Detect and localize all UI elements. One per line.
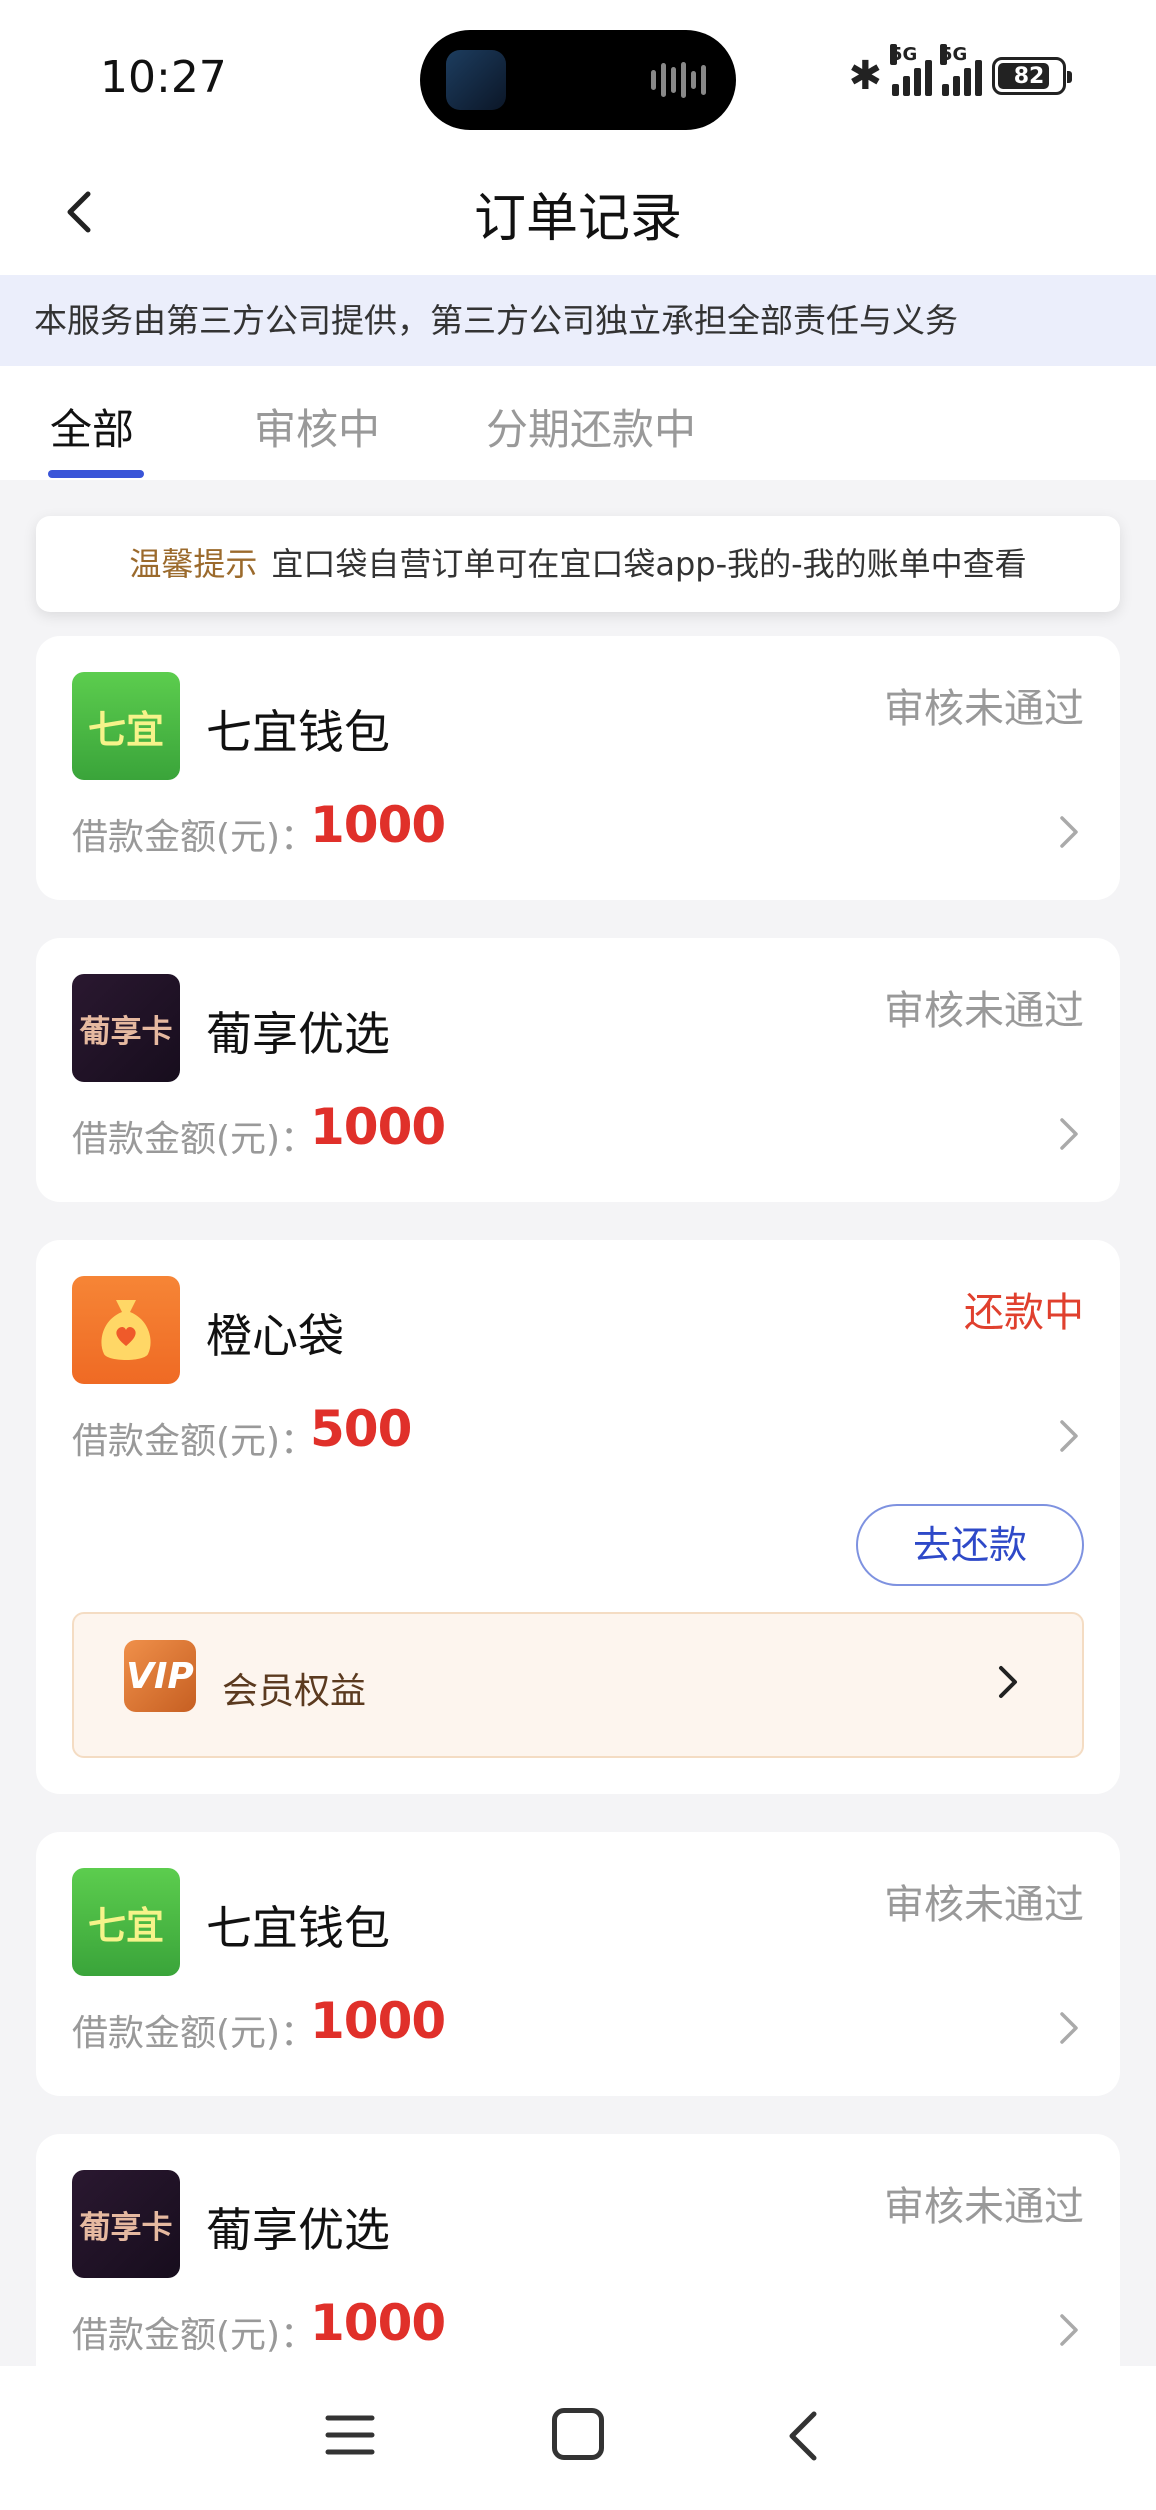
chevron-right-icon bbox=[1060, 816, 1078, 848]
order-product-name: 七宜钱包 bbox=[206, 705, 390, 759]
puxiang-logo-icon: 葡享卡 bbox=[72, 2170, 180, 2278]
order-product-name: 葡享优选 bbox=[206, 1007, 390, 1061]
order-status: 审核未通过 bbox=[884, 2184, 1084, 2230]
status-time: 10:27 bbox=[100, 52, 227, 103]
tab-installment-repaying[interactable]: 分期还款中 bbox=[486, 396, 696, 457]
order-status: 审核未通过 bbox=[884, 988, 1084, 1034]
battery-icon: 82 bbox=[992, 57, 1072, 95]
amount-label: 借款金额(元)： bbox=[72, 1119, 317, 1160]
money-bag-heart-icon bbox=[72, 1276, 180, 1384]
menu-icon[interactable] bbox=[324, 2412, 376, 2458]
status-bar: 10:27 ✱ 5G 5G 82 bbox=[0, 0, 1156, 150]
order-card[interactable]: 葡享卡 葡享优选 审核未通过 借款金额(元)： 1000 bbox=[36, 938, 1120, 1202]
order-status: 还款中 bbox=[964, 1290, 1084, 1336]
dynamic-island[interactable] bbox=[420, 30, 736, 130]
signal-icon-2: 5G bbox=[940, 44, 982, 96]
order-status: 审核未通过 bbox=[884, 1882, 1084, 1928]
vip-icon: VIP bbox=[124, 1640, 196, 1712]
amount-value: 1000 bbox=[310, 2294, 446, 2352]
repay-button[interactable]: 去还款 bbox=[856, 1504, 1084, 1586]
media-thumbnail bbox=[446, 50, 506, 110]
amount-label: 借款金额(元)： bbox=[72, 2315, 317, 2356]
tab-active-indicator bbox=[48, 470, 144, 478]
order-card[interactable]: 七宜 七宜钱包 审核未通过 借款金额(元)： 1000 bbox=[36, 636, 1120, 900]
network-label-1: 5G bbox=[890, 44, 918, 65]
qiyi-logo-icon: 七宜 bbox=[72, 672, 180, 780]
system-icons: ✱ 5G 5G 82 bbox=[848, 44, 1072, 99]
chevron-right-icon bbox=[1060, 2314, 1078, 2346]
amount-label: 借款金额(元)： bbox=[72, 1421, 317, 1462]
order-card[interactable]: 橙心袋 还款中 借款金额(元)： 500 去还款 VIP 会员权益 bbox=[36, 1240, 1120, 1794]
home-square-icon[interactable] bbox=[552, 2408, 604, 2460]
order-product-name: 七宜钱包 bbox=[206, 1901, 390, 1955]
tip-banner: 温馨提示 宜口袋自营订单可在宜口袋app-我的-我的账单中查看 bbox=[36, 516, 1120, 612]
tab-all[interactable]: 全部 bbox=[50, 396, 134, 457]
amount-value: 500 bbox=[310, 1400, 412, 1458]
order-product-name: 橙心袋 bbox=[206, 1309, 344, 1363]
amount-label: 借款金额(元)： bbox=[72, 817, 317, 858]
signal-icon-1: 5G bbox=[890, 44, 932, 96]
amount-value: 1000 bbox=[310, 1992, 446, 2050]
tip-label: 温馨提示 bbox=[129, 545, 258, 583]
bluetooth-icon: ✱ bbox=[848, 53, 882, 99]
tab-bar: 全部 审核中 分期还款中 bbox=[0, 366, 1156, 480]
network-label-2: 5G bbox=[940, 44, 968, 65]
page-title: 订单记录 bbox=[473, 189, 682, 249]
system-nav-bar bbox=[0, 2366, 1156, 2510]
battery-percent: 82 bbox=[1013, 63, 1045, 89]
amount-label: 借款金额(元)： bbox=[72, 2013, 317, 2054]
chevron-right-icon bbox=[1060, 1420, 1078, 1452]
nav-bar: 订单记录 bbox=[0, 150, 1156, 275]
system-back-icon[interactable] bbox=[782, 2408, 822, 2464]
order-card[interactable]: 七宜 七宜钱包 审核未通过 借款金额(元)： 1000 bbox=[36, 1832, 1120, 2096]
order-product-name: 葡享优选 bbox=[206, 2203, 390, 2257]
order-card[interactable]: 葡享卡 葡享优选 审核未通过 借款金额(元)： 1000 bbox=[36, 2134, 1120, 2398]
chevron-right-icon bbox=[1060, 2012, 1078, 2044]
qiyi-logo-icon: 七宜 bbox=[72, 1868, 180, 1976]
amount-value: 1000 bbox=[310, 796, 446, 854]
vip-benefits-label: 会员权益 bbox=[222, 1671, 367, 1712]
service-notice: 本服务由第三方公司提供，第三方公司独立承担全部责任与义务 bbox=[0, 275, 1156, 366]
audio-wave-icon bbox=[651, 62, 706, 98]
vip-benefits-entry[interactable]: VIP 会员权益 bbox=[72, 1612, 1084, 1758]
tab-under-review[interactable]: 审核中 bbox=[254, 396, 380, 457]
puxiang-logo-icon: 葡享卡 bbox=[72, 974, 180, 1082]
chevron-right-icon bbox=[1060, 1118, 1078, 1150]
chevron-right-icon bbox=[999, 1666, 1017, 1698]
amount-value: 1000 bbox=[310, 1098, 446, 1156]
tip-text: 宜口袋自营订单可在宜口袋app-我的-我的账单中查看 bbox=[271, 545, 1027, 583]
order-status: 审核未通过 bbox=[884, 686, 1084, 732]
